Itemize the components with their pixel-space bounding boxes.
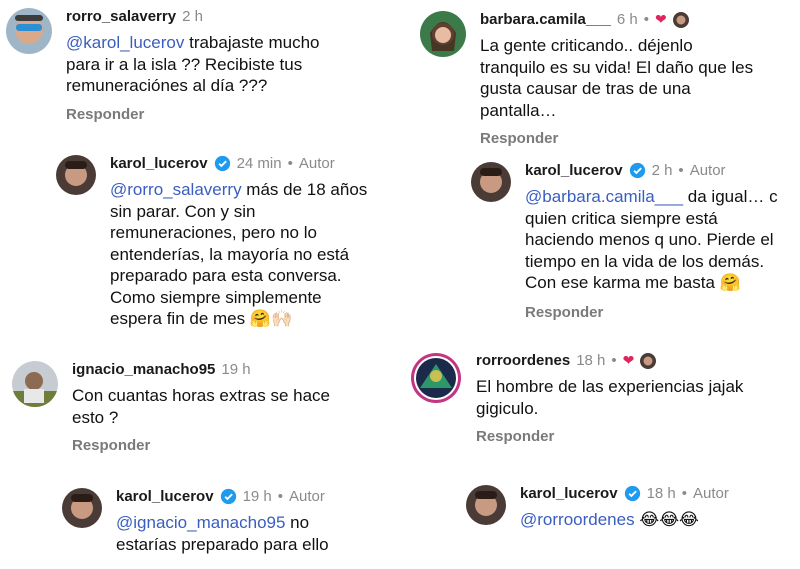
- avatar[interactable]: [12, 361, 58, 407]
- comment-username[interactable]: ignacio_manacho95: [72, 361, 215, 378]
- mention-link[interactable]: @karol_lucerov: [66, 33, 184, 52]
- separator-dot: •: [611, 352, 617, 369]
- author-tag: Autor: [689, 162, 726, 179]
- heart-icon: ❤: [655, 11, 667, 27]
- verified-badge-icon: [624, 485, 640, 502]
- emoji: 🤗: [719, 273, 741, 293]
- avatar[interactable]: [420, 11, 466, 57]
- emoji: 😂😂😂: [639, 510, 699, 530]
- comment-username[interactable]: karol_lucerov: [110, 155, 208, 172]
- avatar[interactable]: [56, 155, 96, 195]
- column-divider: [400, 0, 408, 569]
- comment-text: @barbara.camila___ da igual… c quien cri…: [525, 186, 790, 295]
- comment-time: 19 h: [242, 488, 272, 505]
- separator-dot: •: [681, 485, 688, 502]
- comment-reply-item: karol_lucerov 24 min • Autor @rorro_sala…: [56, 155, 378, 331]
- comment-item: rorroordenes 18 h • ❤ El hombre de las e…: [410, 352, 766, 445]
- comment-time: 2 h: [651, 162, 673, 179]
- avatar[interactable]: [471, 162, 511, 202]
- separator-dot: •: [678, 162, 684, 179]
- comment-text: El hombre de las experiencias jajak gigi…: [476, 377, 744, 418]
- comment-text: Con cuantas horas extras se hace esto ?: [72, 386, 330, 427]
- comment-reply-item: karol_lucerov 2 h • Autor @barbara.camil…: [471, 162, 790, 321]
- reply-button[interactable]: Responder: [66, 106, 356, 123]
- comment-time: 24 min: [236, 155, 282, 172]
- heart-icon: ❤: [622, 352, 635, 368]
- mention-link[interactable]: @rorro_salaverry: [110, 180, 242, 199]
- comment-time: 6 h: [616, 11, 638, 28]
- creator-avatar-icon: [640, 352, 657, 369]
- comment-time: 18 h: [646, 485, 676, 502]
- separator-dot: •: [287, 155, 293, 172]
- comment-item: barbara.camila___ 6 h • ❤ La gente criti…: [420, 11, 760, 147]
- comment-reply-item: karol_lucerov 19 h • Autor @ignacio_mana…: [62, 488, 366, 555]
- mention-link[interactable]: @ignacio_manacho95: [116, 513, 285, 532]
- author-tag: Autor: [289, 488, 325, 505]
- verified-badge-icon: [629, 162, 645, 179]
- reply-button[interactable]: Responder: [525, 304, 790, 321]
- comment-reply-item: karol_lucerov 18 h • Autor @rorroordenes…: [466, 485, 780, 532]
- comment-text: @rorro_salaverry más de 18 años sin para…: [110, 179, 378, 331]
- verified-badge-icon: [220, 488, 236, 505]
- comment-time: 18 h: [576, 352, 606, 369]
- comment-username[interactable]: barbara.camila___: [480, 11, 611, 28]
- reply-button[interactable]: Responder: [72, 437, 352, 454]
- verified-badge-icon: [214, 155, 230, 172]
- comment-username[interactable]: karol_lucerov: [520, 485, 618, 502]
- emoji: 🤗🙌🏻: [249, 309, 293, 329]
- comment-text: La gente criticando.. déjenlo tranquilo …: [480, 36, 754, 120]
- comment-text: @rorroordenes 😂😂😂: [520, 509, 780, 532]
- mention-link[interactable]: @rorroordenes: [520, 510, 635, 529]
- reply-button[interactable]: Responder: [480, 130, 760, 147]
- mention-link[interactable]: @barbara.camila___: [525, 187, 683, 206]
- comment-username[interactable]: rorroordenes: [476, 352, 570, 369]
- author-tag: Autor: [298, 155, 335, 172]
- right-column: barbara.camila___ 6 h • ❤ La gente criti…: [408, 0, 800, 569]
- comment-time: 19 h: [221, 361, 251, 378]
- left-column: rorro_salaverry 2 h @karol_lucerov traba…: [0, 0, 400, 569]
- comment-body: más de 18 años sin parar. Con y sin remu…: [110, 180, 368, 328]
- avatar[interactable]: [410, 352, 462, 404]
- creator-avatar-icon: [672, 11, 689, 28]
- avatar[interactable]: [466, 485, 506, 525]
- comment-item: rorro_salaverry 2 h @karol_lucerov traba…: [6, 8, 356, 123]
- avatar[interactable]: [62, 488, 102, 528]
- comment-username[interactable]: rorro_salaverry: [66, 8, 176, 25]
- comment-item: ignacio_manacho95 19 h Con cuantas horas…: [12, 361, 352, 454]
- comment-time: 2 h: [182, 8, 203, 25]
- reply-button[interactable]: Responder: [476, 428, 766, 445]
- separator-dot: •: [277, 488, 284, 505]
- comment-username[interactable]: karol_lucerov: [525, 162, 623, 179]
- comment-text: @karol_lucerov trabajaste mucho para ir …: [66, 32, 356, 97]
- author-tag: Autor: [693, 485, 729, 502]
- comment-text: @ignacio_manacho95 no estarías preparado…: [116, 512, 366, 555]
- avatar[interactable]: [6, 8, 52, 54]
- comment-username[interactable]: karol_lucerov: [116, 488, 214, 505]
- separator-dot: •: [643, 11, 650, 28]
